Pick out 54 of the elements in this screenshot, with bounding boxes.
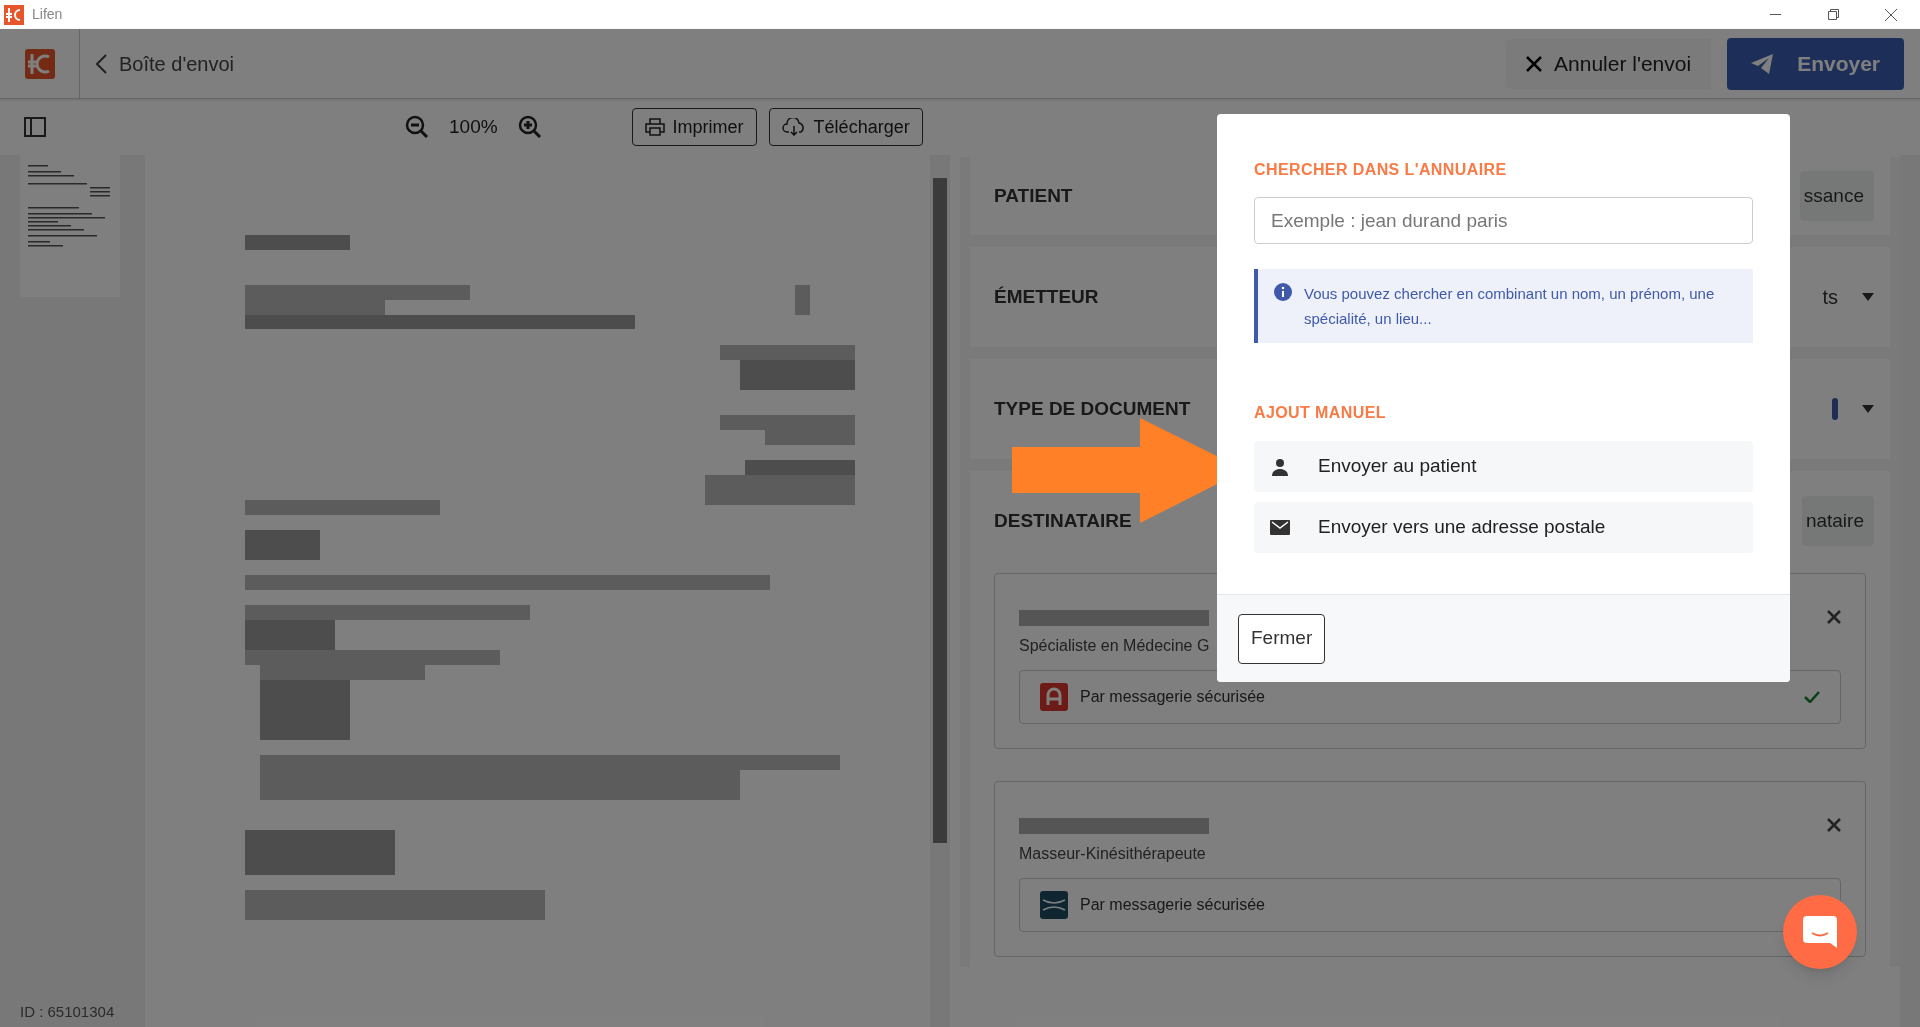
chat-icon — [1803, 916, 1837, 948]
app-logo — [24, 48, 55, 79]
back-link[interactable]: Boîte d'envoi — [80, 48, 234, 79]
person-icon — [1271, 457, 1289, 476]
dropdown-value-mark — [1832, 398, 1838, 420]
print-button[interactable]: Imprimer — [631, 108, 757, 146]
close-icon — [1885, 8, 1897, 21]
zoom-level: 100% — [449, 114, 498, 139]
minimize-icon — [1769, 14, 1781, 15]
zoom-out-icon[interactable] — [405, 115, 429, 139]
restore-icon — [1827, 9, 1839, 20]
printer-icon — [644, 118, 665, 136]
section-heading: CHERCHER DANS L'ANNUAIRE — [1254, 160, 1508, 180]
channel-row[interactable]: Par messagerie sécurisée — [1019, 878, 1841, 932]
caret-down-icon[interactable] — [1862, 293, 1874, 301]
recipient-specialty: Spécialiste en Médecine G — [1019, 636, 1210, 656]
page-thumbnail[interactable] — [20, 155, 120, 297]
document-id: ID : 65101304 — [20, 1001, 116, 1022]
chevron-left-icon — [96, 53, 107, 74]
service-logo-icon — [1040, 683, 1068, 711]
remove-icon[interactable] — [1827, 610, 1841, 624]
close-icon — [1526, 55, 1542, 72]
info-text: Vous pouvez chercher en combinant un nom, un prénom, une spécialité, un lieu... — [1304, 284, 1716, 329]
service-logo-icon — [1040, 891, 1068, 919]
section-action-button[interactable]: nataire — [1801, 496, 1874, 546]
app-logo-icon — [4, 4, 24, 25]
check-icon — [1804, 691, 1820, 703]
section-heading: AJOUT MANUEL — [1254, 403, 1387, 423]
window-title: Lifen — [32, 5, 63, 24]
paper-plane-icon — [1751, 53, 1774, 74]
section-title: DESTINATAIRE — [994, 508, 1132, 533]
scrollbar-thumb[interactable] — [933, 178, 947, 843]
cancel-button[interactable]: Annuler l'envoi — [1506, 38, 1712, 89]
dropdown-value: ts — [1822, 285, 1838, 310]
search-field[interactable]: Exemple : jean durand paris — [1254, 197, 1753, 244]
channel-label: Par messagerie sécurisée — [1080, 687, 1266, 707]
cloud-download-icon — [781, 118, 806, 136]
info-icon — [1274, 283, 1292, 301]
section-action-button[interactable]: ssance — [1799, 171, 1874, 221]
option-item[interactable]: Envoyer vers une adresse postale — [1254, 502, 1753, 553]
close-dialog-button[interactable]: Fermer — [1238, 613, 1326, 664]
sidebar-toggle-icon[interactable] — [24, 117, 46, 137]
section-title: ÉMETTEUR — [994, 284, 1099, 309]
envelope-icon — [1270, 520, 1290, 535]
remove-icon[interactable] — [1827, 818, 1841, 832]
send-button[interactable]: Envoyer — [1727, 37, 1904, 90]
option-item[interactable]: Envoyer au patient — [1254, 441, 1753, 492]
download-button[interactable]: Télécharger — [768, 108, 923, 146]
caret-down-icon[interactable] — [1862, 405, 1874, 413]
section-title: TYPE DE DOCUMENT — [994, 396, 1191, 421]
section-title: PATIENT — [994, 183, 1073, 208]
zoom-in-icon[interactable] — [517, 115, 542, 139]
channel-label: Par messagerie sécurisée — [1080, 895, 1266, 915]
recipient-specialty: Masseur-Kinésithérapeute — [1019, 844, 1207, 864]
